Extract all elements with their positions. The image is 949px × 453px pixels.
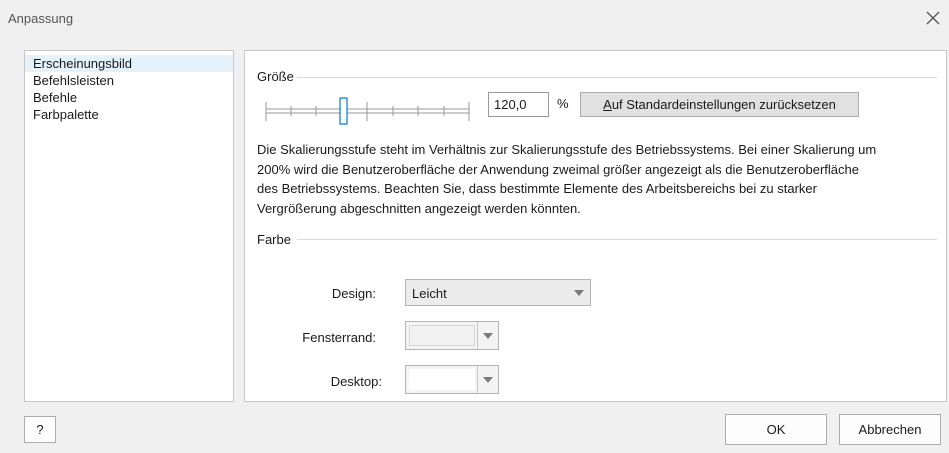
- cancel-button[interactable]: Abbrechen: [839, 414, 941, 445]
- picker-separator: [477, 366, 478, 393]
- close-icon: [926, 11, 940, 25]
- help-button[interactable]: ?: [24, 416, 56, 443]
- chevron-down-icon: [483, 333, 493, 339]
- scale-percent-input[interactable]: 120,0: [488, 92, 549, 117]
- design-label: Design:: [331, 286, 376, 301]
- scale-description: Die Skalierungsstufe steht im Verhältnis…: [257, 142, 877, 216]
- desktop-swatch: [409, 369, 475, 390]
- sidebar-item-color-palette[interactable]: Farbpalette: [25, 106, 233, 123]
- window-border-swatch: [409, 325, 475, 346]
- design-value: Leicht: [412, 286, 447, 301]
- category-list[interactable]: Erscheinungsbild Befehlsleisten Befehle …: [24, 50, 234, 402]
- window-border-color-picker[interactable]: [405, 321, 499, 350]
- settings-panel: Größe 120,0 % Auf Standardeinstellungen …: [244, 50, 947, 402]
- size-group-divider: [297, 77, 937, 78]
- window-title: Anpassung: [8, 11, 74, 26]
- color-group-divider: [297, 239, 937, 240]
- sidebar-item-commands[interactable]: Befehle: [25, 89, 233, 106]
- reset-mnemonic: A: [603, 97, 612, 112]
- design-dropdown[interactable]: Leicht: [405, 279, 591, 306]
- window-border-label: Fensterrand:: [302, 330, 376, 345]
- chevron-down-icon: [483, 377, 493, 383]
- title-bar: Anpassung: [0, 0, 949, 42]
- percent-sign: %: [557, 96, 569, 111]
- reset-defaults-button[interactable]: Auf Standardeinstellungen zurücksetzen: [580, 92, 859, 117]
- ok-button[interactable]: OK: [725, 414, 827, 445]
- color-group-header: Farbe: [257, 232, 291, 247]
- close-button[interactable]: [921, 6, 945, 30]
- size-group-header: Größe: [257, 69, 294, 84]
- scale-slider[interactable]: [265, 96, 470, 126]
- desktop-label: Desktop:: [330, 374, 382, 389]
- sidebar-item-appearance[interactable]: Erscheinungsbild: [25, 55, 233, 72]
- chevron-down-icon: [574, 290, 584, 296]
- picker-separator: [477, 322, 478, 349]
- reset-label: uf Standardeinstellungen zurücksetzen: [611, 97, 836, 112]
- slider-thumb[interactable]: [339, 97, 348, 125]
- desktop-color-picker[interactable]: [405, 365, 499, 394]
- sidebar-item-command-bars[interactable]: Befehlsleisten: [25, 72, 233, 89]
